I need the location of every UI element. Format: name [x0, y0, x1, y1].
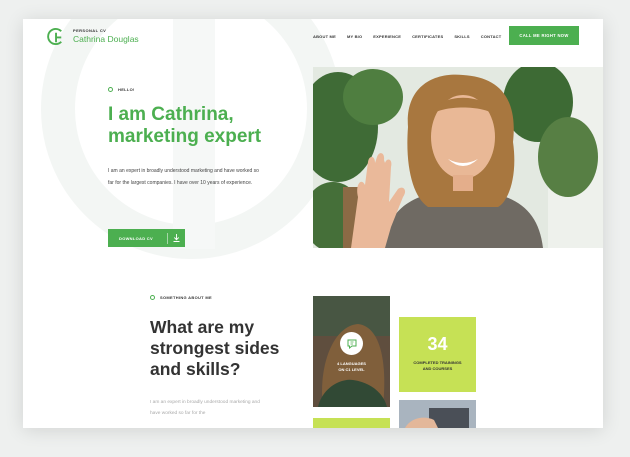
logo-subtitle: PERSONAL CV: [73, 28, 107, 34]
hero-title: I am Cathrina, marketing expert: [108, 104, 298, 148]
hero-eyebrow: HELLO!: [108, 87, 135, 92]
trainings-label: COMPLETED TRAININGS AND COURSES: [399, 360, 476, 372]
about-eyebrow-text: SOMETHING ABOUT ME: [160, 295, 212, 300]
logo-name: Cathrina Douglas: [73, 34, 139, 45]
trainings-card: 34 COMPLETED TRAININGS AND COURSES: [399, 317, 476, 392]
hero-title-line1: I am Cathrina,: [108, 104, 234, 125]
languages-badge: [340, 332, 363, 355]
hero-photo: [313, 67, 603, 248]
nav-certificates[interactable]: CERTIFICATES: [412, 34, 443, 39]
call-me-button[interactable]: CALL ME RIGHT NOW: [509, 26, 579, 45]
circle-bullet-icon: [150, 295, 155, 300]
languages-label-line2: ON C1 LEVEL: [338, 367, 365, 372]
nav-my-bio[interactable]: MY BIO: [347, 34, 362, 39]
logo[interactable]: PERSONAL CV Cathrina Douglas: [47, 27, 139, 46]
circle-bullet-icon: [108, 87, 113, 92]
about-eyebrow: SOMETHING ABOUT ME: [150, 295, 212, 300]
about-description: I am an expert in broadly understood mar…: [150, 400, 260, 416]
about-title-line2: strongest sides: [150, 338, 280, 358]
laptop-photo: [399, 400, 476, 428]
hero-photo-illustration: [313, 67, 603, 248]
trainings-label-line2: AND COURSES: [422, 366, 453, 371]
about-title-line1: What are my: [150, 317, 255, 337]
hero-description: I am an expert in broadly understood mar…: [108, 168, 259, 186]
about-title: What are my strongest sides and skills?: [150, 317, 300, 380]
download-cv-label: DOWNLOAD CV: [119, 235, 153, 241]
hero-eyebrow-text: HELLO!: [118, 87, 135, 92]
page-frame: PERSONAL CV Cathrina Douglas ABOUT ME MY…: [23, 19, 603, 428]
nav-skills[interactable]: SKILLS: [454, 34, 469, 39]
trainings-count: 34: [427, 334, 448, 354]
languages-card: 4 LANGUAGES ON C1 LEVEL: [313, 296, 390, 407]
logo-c-icon: [47, 27, 62, 46]
lime-card: [313, 418, 390, 428]
hero-title-line2: marketing expert: [108, 126, 262, 147]
download-cv-button[interactable]: DOWNLOAD CV: [108, 229, 185, 247]
nav-experience[interactable]: EXPERIENCE: [373, 34, 401, 39]
main-nav: ABOUT ME MY BIO EXPERIENCE CERTIFICATES …: [313, 34, 501, 39]
nav-about-me[interactable]: ABOUT ME: [313, 34, 336, 39]
about-title-line3: and skills?: [150, 359, 241, 379]
nav-contact[interactable]: CONTACT: [481, 34, 502, 39]
languages-label: 4 LANGUAGES ON C1 LEVEL: [313, 361, 390, 373]
laptop-photo-illustration: [399, 400, 476, 428]
languages-icon: [347, 339, 356, 349]
download-icon: [168, 234, 185, 242]
